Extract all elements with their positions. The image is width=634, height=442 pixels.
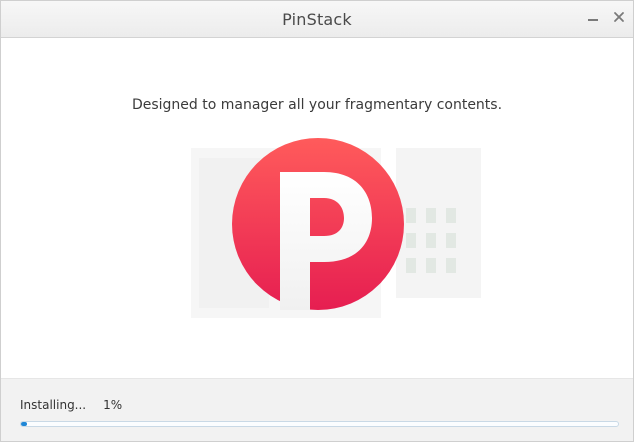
install-progress-fill <box>21 422 27 426</box>
status-row: Installing... 1% <box>20 398 122 412</box>
installer-window: PinStack Designed to manager all your fr… <box>0 0 634 442</box>
close-button[interactable] <box>611 9 627 25</box>
window-title: PinStack <box>282 10 352 29</box>
minimize-button[interactable] <box>585 9 601 25</box>
install-percent: 1% <box>103 398 123 412</box>
minimize-icon <box>588 19 598 21</box>
pinstack-logo: P <box>232 138 404 310</box>
install-progress-bar <box>20 421 619 427</box>
content-area: Designed to manager all your fragmentary… <box>1 38 633 378</box>
window-controls <box>585 9 627 25</box>
tagline: Designed to manager all your fragmentary… <box>131 97 503 113</box>
title-bar[interactable]: PinStack <box>1 1 633 38</box>
close-icon <box>614 12 624 22</box>
install-footer: Installing... 1% <box>1 378 633 441</box>
install-status: Installing... <box>20 398 87 412</box>
